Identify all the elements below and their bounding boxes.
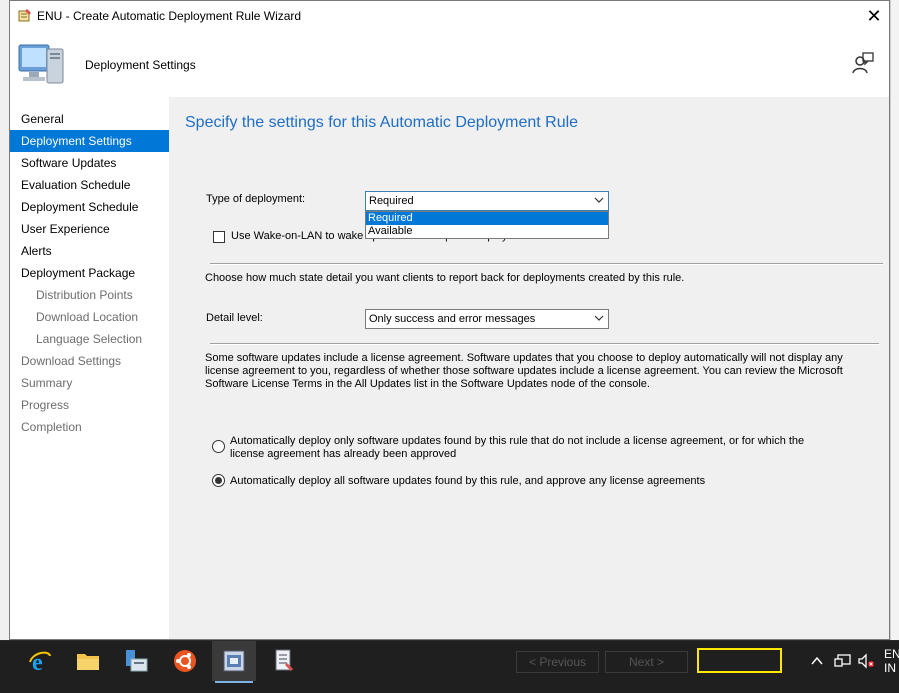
- chevron-down-icon: [594, 315, 604, 321]
- taskbar-config-manager-console[interactable]: [212, 641, 256, 683]
- wizard-header: Deployment Settings: [10, 31, 889, 97]
- nav-item-deployment-settings[interactable]: Deployment Settings: [10, 130, 169, 152]
- content-heading: Specify the settings for this Automatic …: [185, 114, 579, 131]
- nav-item-user-experience[interactable]: User Experience: [10, 218, 169, 240]
- window-title: ENU - Create Automatic Deployment Rule W…: [37, 9, 302, 23]
- close-button[interactable]: ✕: [859, 1, 889, 31]
- internet-explorer-icon: e: [29, 650, 51, 674]
- dropdown-option-available[interactable]: Available: [366, 225, 608, 238]
- ubuntu-icon: [174, 650, 196, 672]
- background-app-right-edge: [890, 0, 899, 640]
- license-agreement-description: Some software updates include a license …: [205, 352, 843, 390]
- nav-item-progress: Progress: [21, 398, 70, 412]
- nav-item-completion: Completion: [21, 420, 82, 434]
- wizard-nav: General Deployment Settings Software Upd…: [10, 97, 169, 639]
- wizard-app-icon: [18, 9, 31, 22]
- nav-item-evaluation-schedule[interactable]: Evaluation Schedule: [10, 174, 169, 196]
- type-of-deployment-select[interactable]: Required: [365, 191, 609, 211]
- wizard-window: ENU - Create Automatic Deployment Rule W…: [9, 0, 890, 640]
- page-title: Deployment Settings: [85, 58, 196, 72]
- type-of-deployment-value: Required: [369, 195, 414, 207]
- wizard-content: Specify the settings for this Automatic …: [169, 97, 889, 639]
- radio-deploy-without-license-label[interactable]: Automatically deploy only software updat…: [230, 435, 830, 461]
- document-icon: [275, 649, 293, 671]
- language-line-2: IN: [884, 661, 896, 675]
- state-detail-description: Choose how much state detail you want cl…: [205, 272, 685, 284]
- wake-on-lan-checkbox[interactable]: [213, 231, 225, 243]
- detail-level-label: Detail level:: [206, 312, 263, 324]
- divider-highlight: [210, 344, 879, 345]
- radio-deploy-all-approve-license-label[interactable]: Automatically deploy all software update…: [230, 475, 830, 488]
- file-explorer-icon: [77, 654, 99, 670]
- help-person-icon[interactable]: [851, 51, 875, 75]
- previous-button-ghost[interactable]: < Previous: [516, 651, 599, 673]
- taskbar-server-manager[interactable]: [114, 641, 158, 681]
- taskbar-document[interactable]: [262, 641, 306, 681]
- network-icon[interactable]: [834, 653, 852, 669]
- highlight-overlay-box: [697, 648, 782, 673]
- nav-item-download-location: Download Location: [36, 310, 139, 324]
- close-icon: ✕: [866, 5, 882, 26]
- nav-item-language-selection: Language Selection: [36, 332, 143, 346]
- radio-deploy-all-approve-license[interactable]: [212, 474, 225, 487]
- volume-muted-icon[interactable]: [857, 653, 875, 669]
- detail-level-value: Only success and error messages: [369, 313, 536, 325]
- nav-item-deployment-schedule[interactable]: Deployment Schedule: [10, 196, 169, 218]
- nav-item-download-settings: Download Settings: [21, 354, 122, 368]
- computer-icon: [18, 44, 64, 84]
- taskbar-file-explorer[interactable]: [66, 641, 110, 681]
- chevron-down-icon: [594, 197, 604, 203]
- language-line-1: EN: [884, 647, 899, 661]
- type-of-deployment-label: Type of deployment:: [206, 193, 306, 205]
- radio-deploy-without-license[interactable]: [212, 440, 225, 453]
- input-language-indicator[interactable]: EN IN: [884, 647, 899, 675]
- config-manager-console-icon: [223, 650, 245, 672]
- next-button-ghost[interactable]: Next >: [605, 651, 688, 673]
- dropdown-option-required[interactable]: Required: [366, 212, 608, 225]
- nav-item-distribution-points: Distribution Points: [36, 288, 133, 302]
- nav-item-summary: Summary: [21, 376, 73, 390]
- title-bar[interactable]: ENU - Create Automatic Deployment Rule W…: [10, 1, 889, 31]
- nav-item-deployment-package[interactable]: Deployment Package: [10, 262, 169, 284]
- nav-item-alerts[interactable]: Alerts: [10, 240, 169, 262]
- detail-level-select[interactable]: Only success and error messages: [365, 309, 609, 329]
- server-manager-icon: [126, 650, 148, 672]
- nav-item-general[interactable]: General: [10, 108, 169, 130]
- type-of-deployment-dropdown-list: Required Available: [365, 211, 609, 239]
- taskbar-internet-explorer[interactable]: e: [18, 641, 62, 681]
- chevron-up-icon[interactable]: [810, 653, 824, 669]
- radio-selected-dot: [215, 477, 222, 484]
- taskbar-ubuntu[interactable]: [163, 641, 207, 681]
- divider-highlight: [210, 264, 883, 265]
- nav-item-software-updates[interactable]: Software Updates: [10, 152, 169, 174]
